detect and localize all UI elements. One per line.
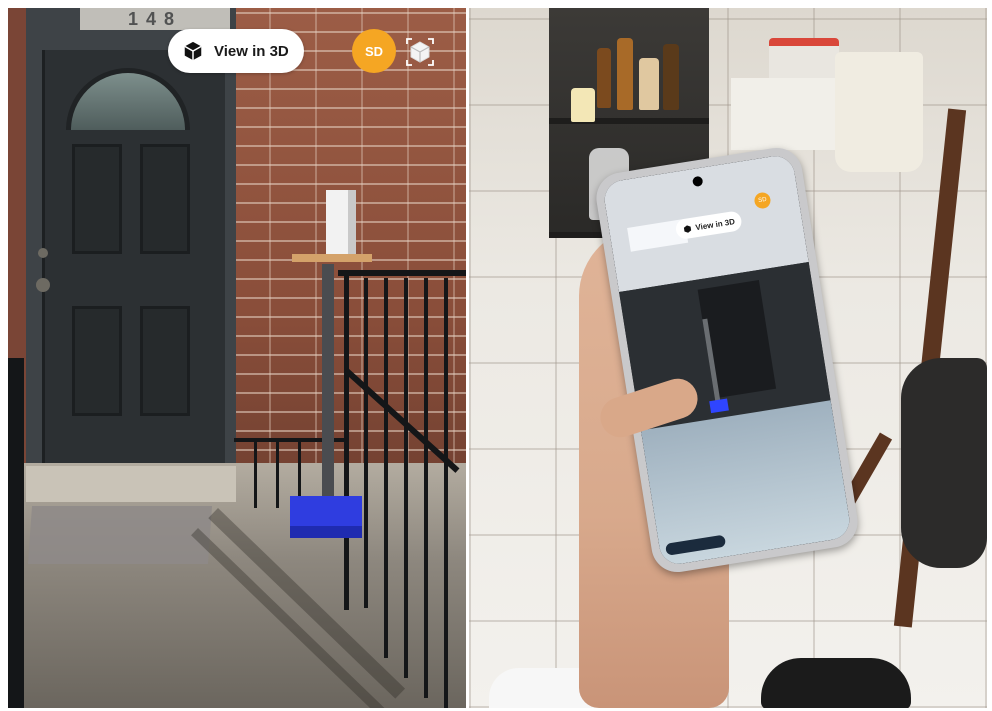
phone-in-hand-photo: View in 3D SD xyxy=(469,8,987,708)
step-edge xyxy=(26,466,236,502)
door-panel xyxy=(72,306,122,416)
doormat xyxy=(27,506,213,564)
railing-bar xyxy=(424,278,428,698)
railing-top-rail xyxy=(338,270,466,276)
railing-bar xyxy=(404,278,408,678)
cube-icon xyxy=(683,224,691,233)
railing-bar xyxy=(364,278,368,608)
railing-bar xyxy=(384,278,388,658)
shoe xyxy=(901,358,987,568)
ar-cube-icon[interactable] xyxy=(404,36,436,68)
ar-model-box xyxy=(326,190,356,254)
left-railing xyxy=(8,358,24,708)
jar xyxy=(639,58,659,110)
house-number: 148 xyxy=(80,8,230,30)
door-panel xyxy=(140,144,190,254)
ar-model-shelf xyxy=(292,254,372,262)
door-panel xyxy=(140,306,190,416)
ar-doorstep-photo: 148 View in 3D SD xyxy=(8,8,466,708)
cube-icon xyxy=(184,41,202,61)
jar xyxy=(571,88,595,122)
ar-model-pole xyxy=(322,264,334,508)
bottle xyxy=(663,44,679,110)
view-in-3d-label: View in 3D xyxy=(214,42,289,60)
view-in-3d-button[interactable]: View in 3D xyxy=(168,29,304,73)
railing-post xyxy=(344,270,349,610)
railing-bar xyxy=(298,438,301,498)
door-knob xyxy=(36,278,50,292)
bottle xyxy=(617,38,633,110)
white-box xyxy=(731,78,845,150)
railing-bar xyxy=(444,278,448,708)
railing-bar xyxy=(276,438,279,508)
screen-view-in-3d-label: View in 3D xyxy=(694,216,736,232)
sandal xyxy=(761,658,911,708)
bottle xyxy=(597,48,611,108)
ar-model-base xyxy=(290,496,362,538)
railing-bar xyxy=(254,438,257,508)
white-bucket xyxy=(835,52,923,172)
door-panel xyxy=(72,144,122,254)
user-avatar[interactable]: SD xyxy=(352,29,396,73)
door-lock xyxy=(38,248,48,258)
